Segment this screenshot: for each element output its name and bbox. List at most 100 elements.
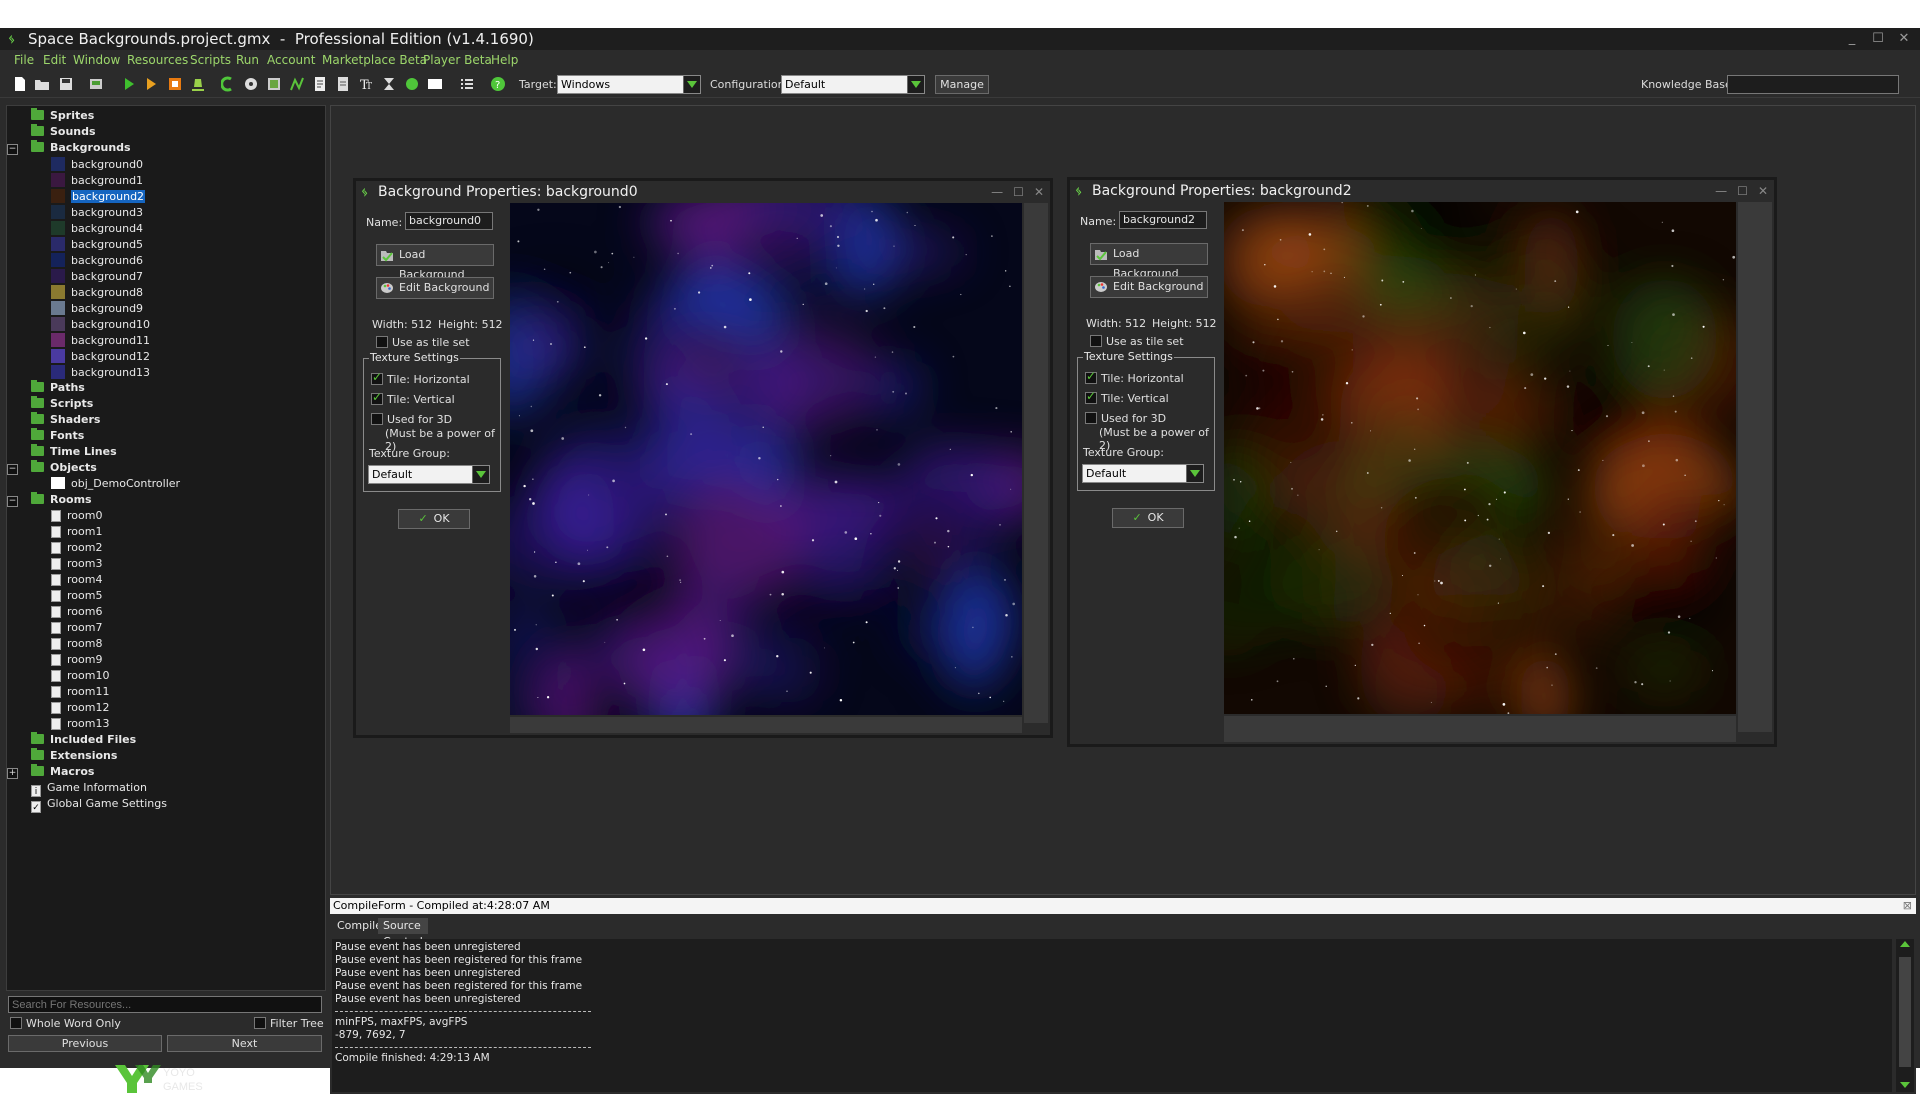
tree-item-background[interactable]: background11 (51, 333, 150, 347)
collapse-icon[interactable]: − (7, 144, 18, 155)
collapse-icon[interactable]: − (7, 464, 18, 475)
tab-source-control[interactable]: Source Control (378, 918, 428, 948)
tree-folder-backgrounds[interactable]: Backgrounds (31, 140, 131, 155)
tree-folder-paths[interactable]: Paths (31, 380, 85, 395)
close-icon[interactable]: ✕ (1034, 181, 1044, 203)
used-for-3d-option[interactable]: Used for 3D (371, 413, 452, 426)
tree-item-background[interactable]: background9 (51, 301, 143, 315)
help-icon[interactable]: ? (490, 76, 506, 92)
tree-item-background[interactable]: background10 (51, 317, 150, 331)
target-dropdown[interactable]: Windows (557, 75, 701, 94)
scroll-down-icon[interactable] (1900, 1082, 1910, 1088)
tile-vertical-checkbox[interactable] (1085, 389, 1097, 404)
menu-file[interactable]: File (14, 53, 34, 67)
tree-folder-shaders[interactable]: Shaders (31, 412, 100, 427)
tree-item-object[interactable]: obj_DemoController (51, 477, 180, 491)
background-properties-window-0[interactable]: ᛃ Background Properties: background0 — ☐ ✕… (353, 175, 1058, 773)
menu-resources[interactable]: Resources (127, 53, 188, 67)
search-resources-input[interactable] (8, 996, 322, 1013)
create-font-icon[interactable]: TT (358, 76, 374, 93)
tree-item-background[interactable]: background4 (51, 221, 143, 235)
tree-item-room[interactable]: room8 (51, 637, 102, 651)
tree-item-room[interactable]: room5 (51, 589, 102, 603)
tile-horizontal-checkbox[interactable] (1085, 369, 1097, 384)
tree-item-room[interactable]: room7 (51, 621, 102, 635)
tree-item-background[interactable]: background12 (51, 349, 150, 363)
knowledge-base-input[interactable] (1727, 75, 1899, 94)
tree-folder-macros[interactable]: Macros (31, 764, 94, 779)
scroll-thumb[interactable] (1899, 957, 1911, 1067)
create-executable-icon[interactable] (88, 76, 104, 92)
save-project-icon[interactable] (58, 76, 74, 92)
tree-item-background[interactable]: background0 (51, 157, 143, 171)
menu-help[interactable]: Help (491, 53, 518, 67)
tree-folder-sprites[interactable]: Sprites (31, 108, 94, 123)
tree-item-room[interactable]: room1 (51, 525, 102, 539)
tree-item-background[interactable]: background7 (51, 269, 143, 283)
load-background-button[interactable]: Load Background (1090, 243, 1208, 280)
tree-item-background[interactable]: background2 (51, 189, 146, 203)
used-for-3d-option[interactable]: Used for 3D (1085, 412, 1166, 425)
load-background-button[interactable]: Load Background (376, 244, 494, 281)
close-panel-icon[interactable]: ⊠ (1903, 898, 1912, 914)
texture-group-dropdown[interactable]: Default (368, 465, 490, 484)
filter-tree-checkbox[interactable] (254, 1017, 266, 1029)
ok-button[interactable]: ✓ OK (1112, 508, 1184, 528)
tree-item-background[interactable]: background8 (51, 285, 143, 299)
new-project-icon[interactable] (12, 76, 28, 92)
use-as-tileset-option[interactable]: Use as tile set (1090, 335, 1184, 348)
create-background-icon[interactable] (266, 76, 282, 92)
tree-item-room[interactable]: room6 (51, 605, 102, 619)
used-for-3d-checkbox[interactable] (1085, 412, 1097, 424)
tree-item-room[interactable]: room2 (51, 541, 102, 555)
minimize-icon[interactable]: — (1715, 180, 1727, 202)
name-input[interactable]: background2 (1119, 211, 1207, 229)
expand-icon[interactable]: + (7, 768, 18, 779)
tile-vertical-checkbox[interactable] (371, 390, 383, 405)
menu-edit[interactable]: Edit (43, 53, 66, 67)
tree-item-room[interactable]: room3 (51, 557, 102, 571)
used-for-3d-checkbox[interactable] (371, 413, 383, 425)
create-shader-icon[interactable] (335, 76, 351, 92)
debug-game-icon[interactable] (143, 76, 159, 92)
edit-background-button[interactable]: Edit Background (376, 277, 494, 299)
background-properties-window-2[interactable]: ᛃ Background Properties: background2 — ☐ ✕… (1067, 153, 1800, 747)
close-icon[interactable]: ✕ (1758, 180, 1768, 202)
create-script-icon[interactable] (312, 76, 328, 92)
menu-account[interactable]: Account (267, 53, 315, 67)
menu-marketplace[interactable]: Marketplace Beta (322, 53, 427, 67)
collapse-icon[interactable]: − (7, 496, 18, 507)
tree-item-background[interactable]: background3 (51, 205, 143, 219)
window-caption[interactable]: ᛃ Background Properties: background2 — ☐ ✕ (1070, 180, 1774, 202)
tree-item-room[interactable]: room9 (51, 653, 102, 667)
next-button[interactable]: Next (167, 1035, 322, 1052)
manage-button[interactable]: Manage (935, 75, 989, 94)
log-scrollbar[interactable] (1896, 939, 1914, 1092)
maximize-icon[interactable]: ☐ (1737, 180, 1748, 202)
menu-run[interactable]: Run (236, 53, 259, 67)
configuration-dropdown[interactable]: Default (781, 75, 925, 94)
tree-item-room[interactable]: room4 (51, 573, 102, 587)
tree-folder-fonts[interactable]: Fonts (31, 428, 84, 443)
tree-item-background[interactable]: background6 (51, 253, 143, 267)
create-room-icon[interactable] (427, 76, 443, 92)
use-as-tileset-checkbox[interactable] (1090, 335, 1102, 347)
use-as-tileset-option[interactable]: Use as tile set (376, 336, 470, 349)
clean-icon[interactable] (190, 76, 206, 92)
use-as-tileset-checkbox[interactable] (376, 336, 388, 348)
run-game-icon[interactable] (121, 76, 137, 92)
minimize-icon[interactable]: — (991, 181, 1003, 203)
tree-folder-scripts[interactable]: Scripts (31, 396, 93, 411)
tree-item-game-information[interactable]: i Game Information (31, 781, 147, 797)
edit-background-button[interactable]: Edit Background (1090, 276, 1208, 298)
close-button[interactable]: ✕ (1896, 28, 1912, 50)
tree-item-room[interactable]: room10 (51, 669, 109, 683)
tile-horizontal-option[interactable]: Tile: Horizontal (371, 370, 470, 386)
stop-icon[interactable] (167, 76, 183, 92)
menu-scripts[interactable]: Scripts (190, 53, 231, 67)
tree-item-background[interactable]: background5 (51, 237, 143, 251)
name-input[interactable]: background0 (405, 212, 493, 230)
tile-horizontal-option[interactable]: Tile: Horizontal (1085, 369, 1184, 385)
tile-horizontal-checkbox[interactable] (371, 370, 383, 385)
scroll-up-icon[interactable] (1900, 941, 1910, 947)
